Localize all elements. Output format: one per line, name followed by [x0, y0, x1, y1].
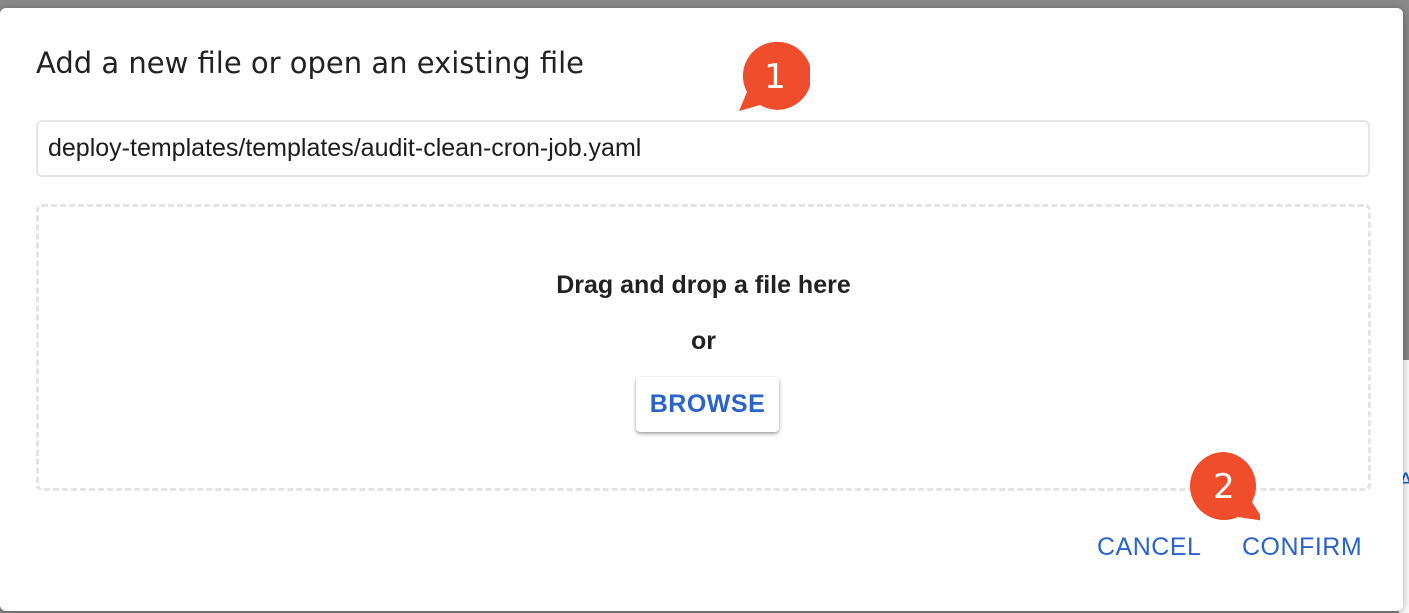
- callout-label-2: 2: [1213, 467, 1235, 507]
- dialog-title: Add a new file or open an existing file: [36, 46, 584, 80]
- file-dropzone[interactable]: Drag and drop a file here or BROWSE: [36, 204, 1371, 491]
- browse-button[interactable]: BROWSE: [636, 377, 779, 432]
- speech-bubble-icon: 1: [739, 41, 810, 111]
- callout-marker-1: 1: [738, 40, 810, 112]
- file-path-input[interactable]: [36, 120, 1370, 177]
- speech-bubble-icon: 2: [1190, 452, 1260, 521]
- dropzone-title: Drag and drop a file here: [556, 271, 851, 299]
- dropzone-or-label: or: [691, 327, 716, 355]
- cancel-button[interactable]: CANCEL: [1097, 533, 1201, 562]
- callout-marker-2: 2: [1188, 450, 1260, 522]
- callout-label-1: 1: [764, 57, 786, 97]
- confirm-button[interactable]: CONFIRM: [1242, 533, 1362, 562]
